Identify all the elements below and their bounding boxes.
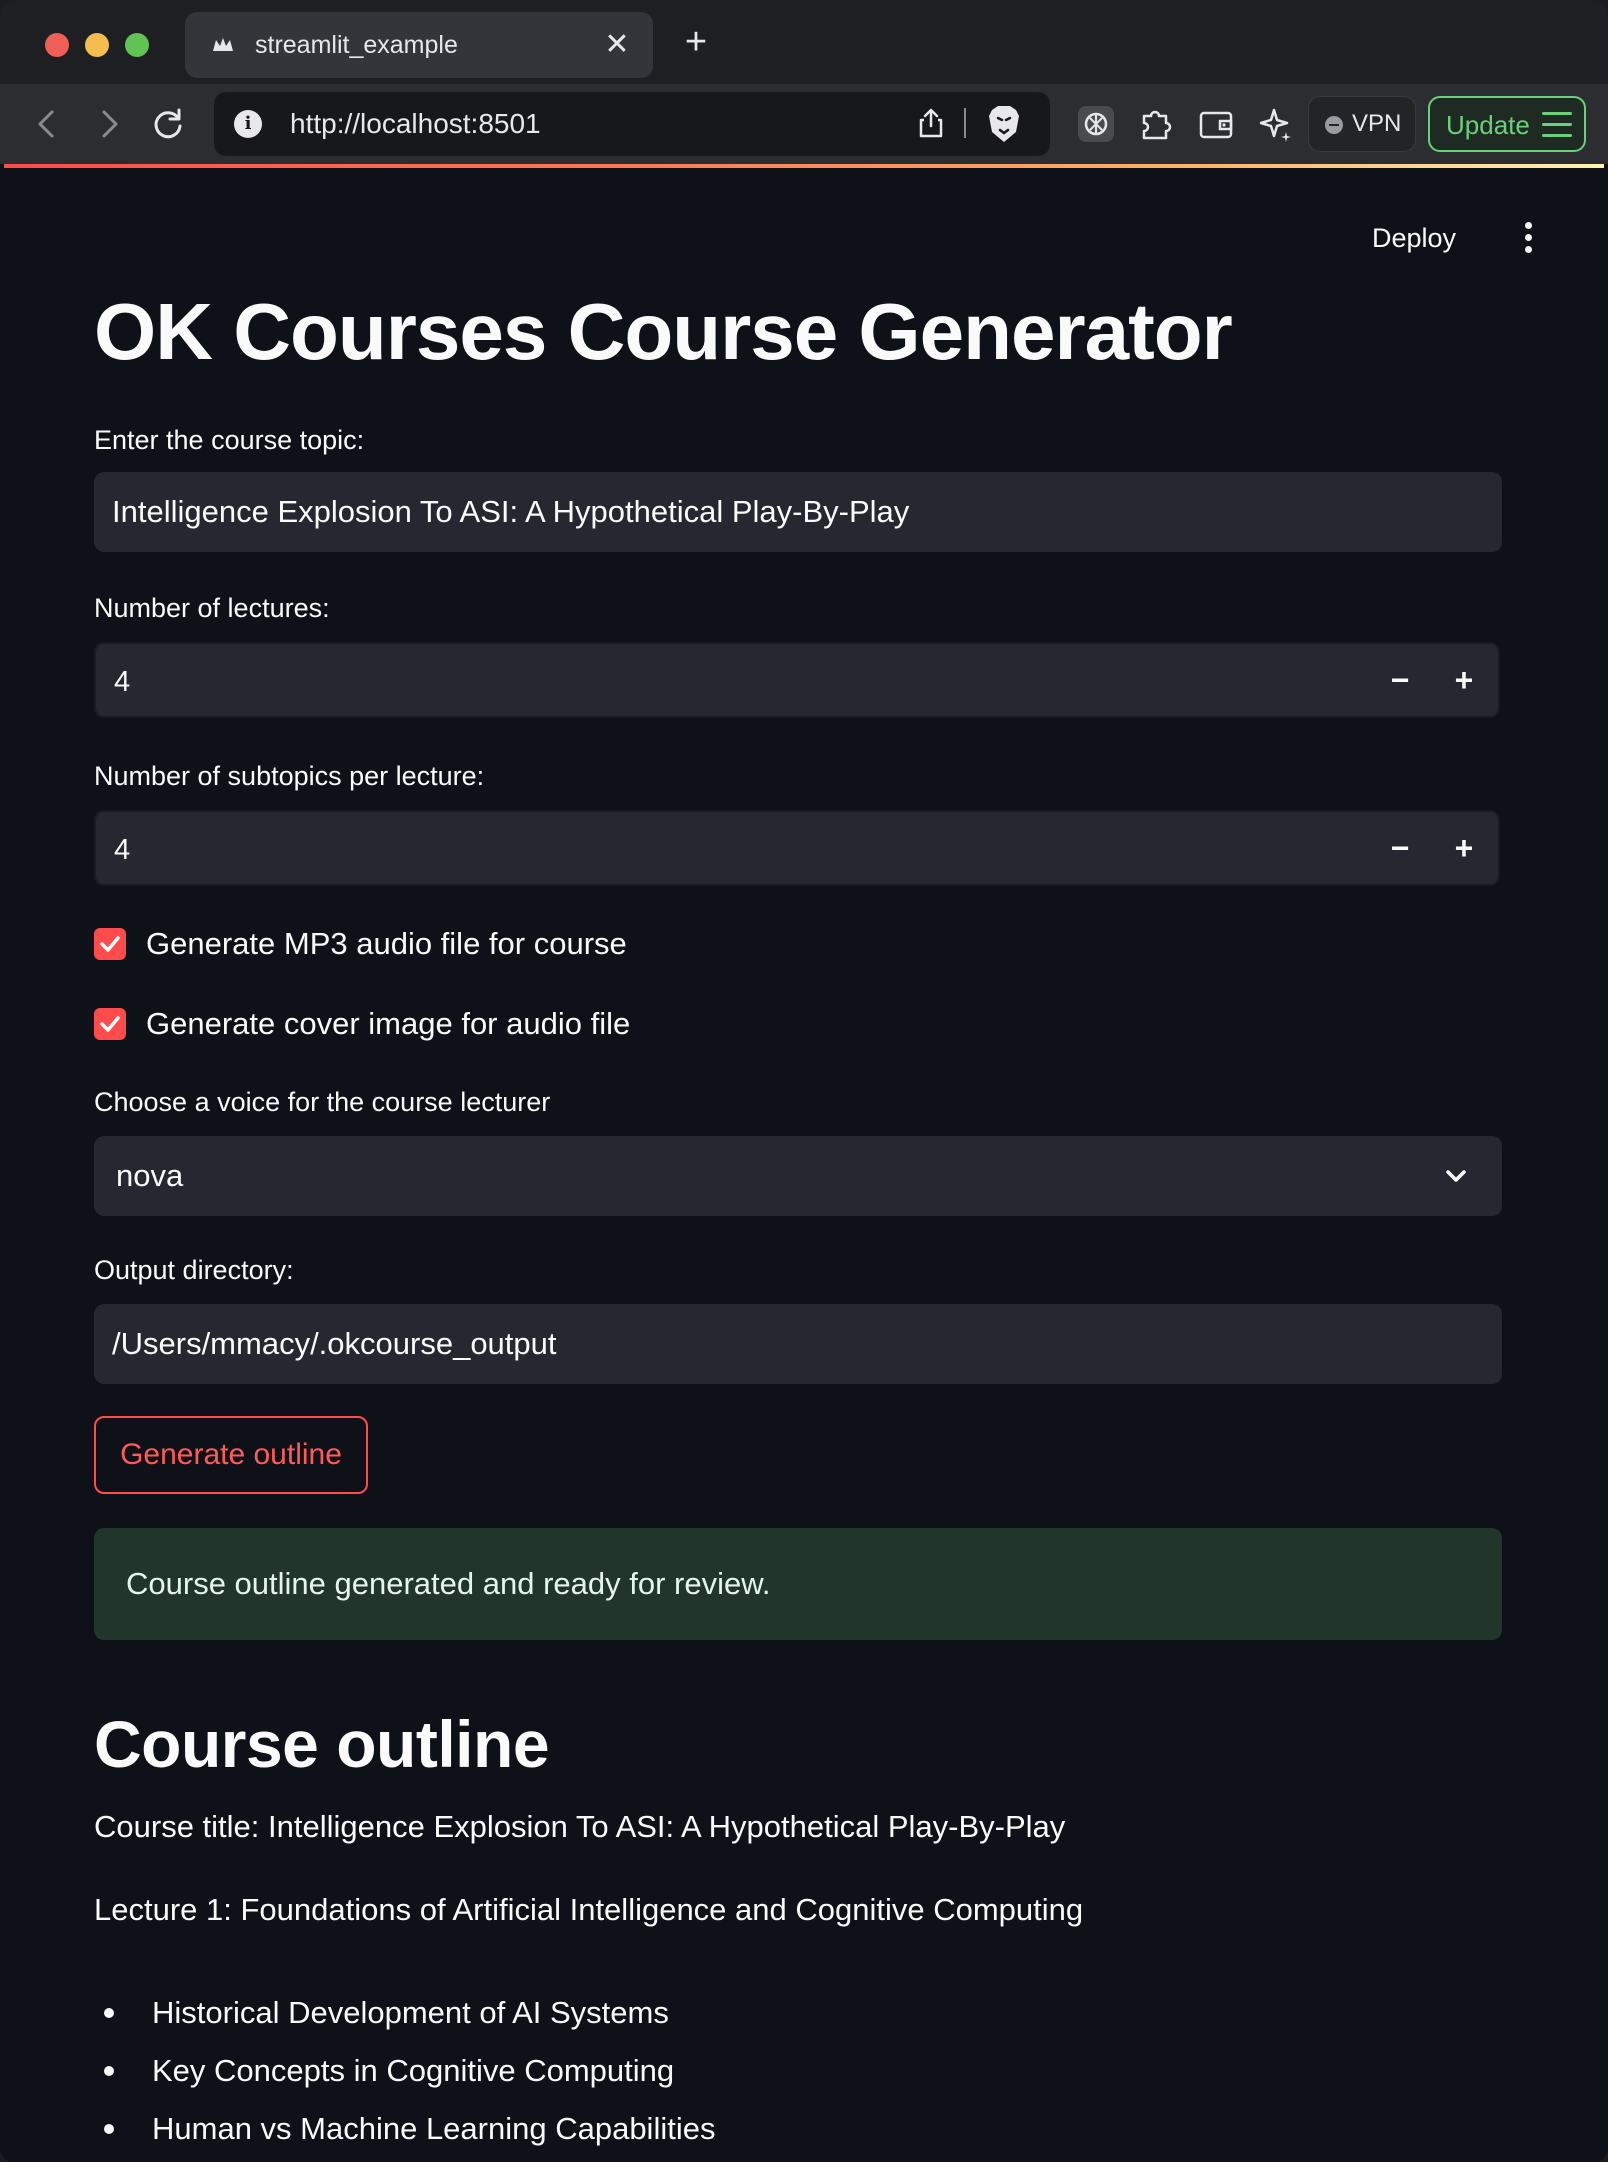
output-dir-label: Output directory: [94,1255,294,1285]
tab-streamlit-example[interactable]: streamlit_example ✕ [185,12,653,78]
bullet-marker [104,2008,114,2018]
tab-title: streamlit_example [255,31,458,59]
subtopics-decrement-button[interactable]: − [1378,826,1422,870]
back-icon[interactable] [26,102,70,146]
lectures-number-input[interactable]: 4 − + [94,642,1500,718]
chatgpt-icon[interactable] [1076,104,1116,144]
cover-image-checkbox-label[interactable]: Generate cover image for audio file [146,1006,630,1042]
update-button[interactable]: Update [1428,96,1586,152]
voice-select[interactable]: nova [94,1136,1502,1216]
subtopics-value[interactable]: 4 [114,834,130,866]
lectures-label: Number of lectures: [94,593,330,623]
subtopics-label: Number of subtopics per lecture: [94,761,485,791]
browser-window: streamlit_example ✕ + i http://localhost… [0,0,1608,2162]
list-item: Historical Development of AI Systems [152,1995,669,2030]
forward-icon[interactable] [86,102,130,146]
page-title: OK Courses Course Generator [94,287,1233,376]
topic-label: Enter the course topic: [94,425,365,455]
subtopics-number-input[interactable]: 4 − + [94,810,1500,886]
share-icon[interactable] [914,106,948,140]
lectures-decrement-button[interactable]: − [1378,658,1422,702]
outline-heading: Course outline [94,1707,550,1781]
vpn-button[interactable]: VPN [1308,96,1416,152]
minimize-window-button[interactable] [85,33,109,57]
maximize-window-button[interactable] [125,33,149,57]
vpn-status-icon [1325,116,1343,134]
output-dir-input[interactable] [94,1304,1502,1384]
streamlit-app: Deploy OK Courses Course Generator Enter… [0,168,1608,2162]
kebab-menu-icon[interactable] [1516,220,1540,256]
deploy-button[interactable]: Deploy [1372,222,1456,254]
leo-sparkle-icon[interactable] [1256,104,1296,144]
browser-toolbar: i http://localhost:8501 VPN Update [0,84,1608,164]
subtopics-increment-button[interactable]: + [1442,826,1486,870]
list-item: Key Concepts in Cognitive Computing [152,2053,675,2088]
mp3-checkbox-label[interactable]: Generate MP3 audio file for course [146,926,627,962]
tab-close-icon[interactable]: ✕ [601,29,633,61]
cover-image-checkbox[interactable] [94,1008,126,1040]
bullet-marker [104,2124,114,2134]
site-info-icon[interactable]: i [234,110,262,138]
checkmark-icon [100,936,120,952]
new-tab-button[interactable]: + [676,22,716,62]
address-bar[interactable]: i http://localhost:8501 [214,92,1050,156]
topic-input[interactable] [94,472,1502,552]
checkmark-icon [100,1016,120,1032]
generate-outline-button[interactable]: Generate outline [94,1416,368,1494]
lecture-1-title: Lecture 1: Foundations of Artificial Int… [94,1892,1084,1927]
close-window-button[interactable] [45,33,69,57]
brave-shield-icon[interactable] [986,104,1022,144]
extensions-puzzle-icon[interactable] [1136,104,1176,144]
wallet-icon[interactable] [1196,104,1236,144]
lectures-value[interactable]: 4 [114,666,130,698]
url-separator [964,108,966,138]
mp3-checkbox[interactable] [94,928,126,960]
voice-selected-value[interactable]: nova [116,1158,183,1194]
vpn-label: VPN [1352,110,1402,137]
course-title-text: Course title: Intelligence Explosion To … [94,1809,1066,1844]
lectures-increment-button[interactable]: + [1442,658,1486,702]
reload-icon[interactable] [146,102,190,146]
success-message: Course outline generated and ready for r… [126,1566,771,1601]
voice-label: Choose a voice for the course lecturer [94,1087,551,1117]
update-label: Update [1446,110,1530,140]
chevron-down-icon[interactable] [1442,1162,1470,1190]
streamlit-crown-icon [213,38,233,51]
tab-strip: streamlit_example ✕ + [0,0,1608,84]
hamburger-menu-icon [1542,112,1572,138]
list-item: Human vs Machine Learning Capabilities [152,2111,716,2146]
bullet-marker [104,2066,114,2076]
success-alert: Course outline generated and ready for r… [94,1528,1502,1640]
url-text[interactable]: http://localhost:8501 [290,108,541,140]
